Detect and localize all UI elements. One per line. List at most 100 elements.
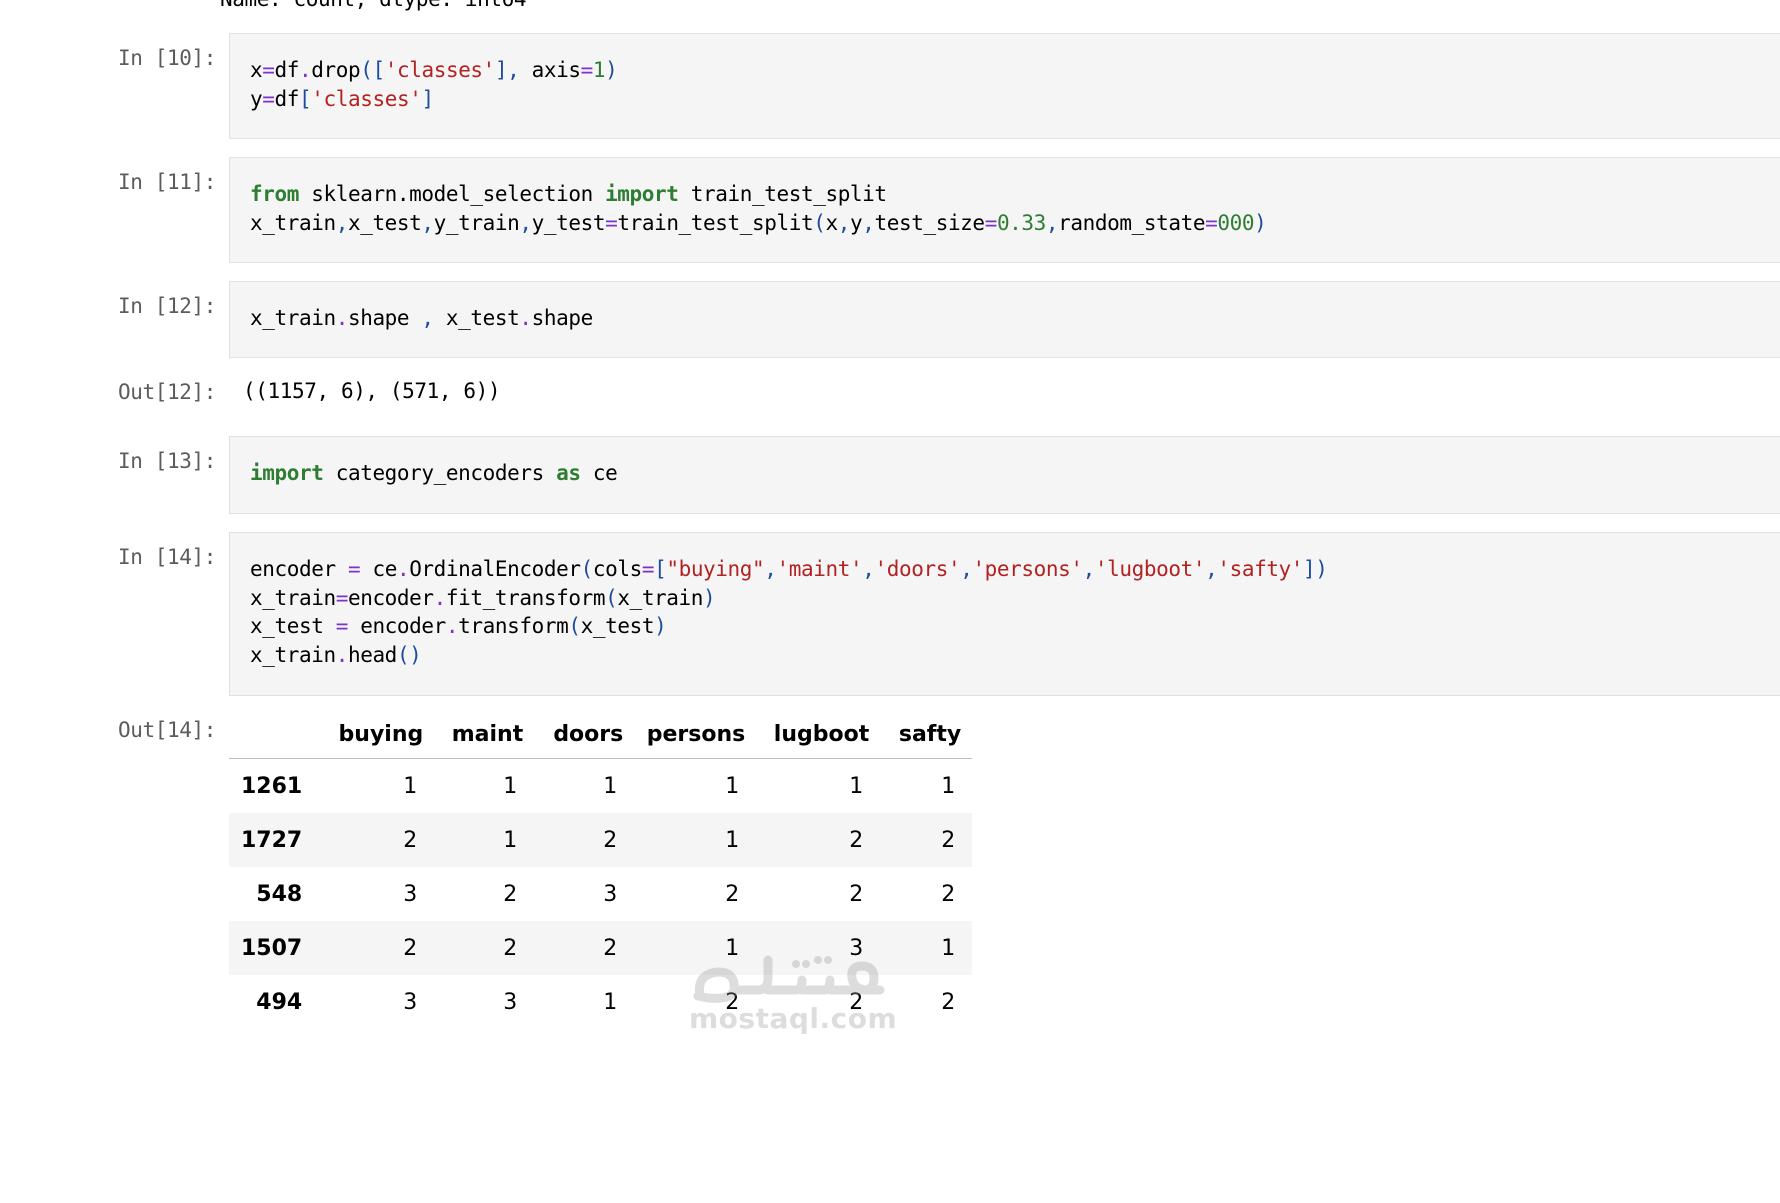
code-line: from sklearn.model_selection import trai… (250, 180, 1266, 209)
code-token: , (1045, 210, 1059, 235)
code-cell-13[interactable]: import category_encoders as ce (229, 436, 1780, 514)
code-line: x_train=encoder.fit_transform(x_train) (250, 584, 1328, 613)
table-cell: 2 (941, 989, 956, 1015)
code-line: y=df['classes'] (250, 85, 617, 114)
column-header-maint: maint (434, 710, 535, 759)
code-token: df (274, 86, 300, 111)
code-token: from (250, 182, 299, 206)
code-editor[interactable]: from sklearn.model_selection import trai… (250, 180, 1267, 237)
code-token: 000 (1217, 210, 1255, 235)
table-cell: 1 (503, 773, 518, 799)
code-cell-11[interactable]: from sklearn.model_selection import trai… (229, 157, 1780, 263)
column-header-doors: doors (534, 710, 635, 759)
table-cell: 2 (941, 881, 956, 907)
table-cell: 3 (603, 881, 618, 907)
code-token: random_state (1058, 210, 1206, 235)
table-cell: 2 (849, 881, 864, 907)
code-token: x_train (617, 585, 704, 610)
code-token: x_train (250, 306, 336, 330)
code-token: y_test (531, 210, 606, 235)
code-line: x=df.drop(['classes'], axis=1) (250, 56, 618, 85)
cell-10-prompt: In [10]: (118, 46, 216, 70)
code-editor[interactable]: x=df.drop(['classes'], axis=1) y=df['clas… (250, 56, 618, 114)
table-cell: 1 (849, 773, 864, 799)
code-token: = (1205, 210, 1218, 235)
code-token: 'persons' (972, 557, 1083, 581)
code-token: x (825, 210, 838, 235)
code-token: 'safty' (1217, 557, 1304, 581)
code-token: x_test (347, 210, 422, 235)
code-line: encoder = ce.OrdinalEncoder(cols=["buyin… (250, 555, 1328, 584)
table-cell: 2 (603, 935, 618, 961)
code-token: ce (580, 461, 618, 485)
code-token: drop (311, 58, 361, 82)
code-token: as (556, 461, 581, 485)
code-editor[interactable]: encoder = ce.OrdinalEncoder(cols=["buyin… (250, 555, 1328, 669)
table-cell: 1 (603, 773, 618, 799)
code-cell-14[interactable]: encoder = ce.OrdinalEncoder(cols=["buyin… (229, 532, 1780, 696)
table-cell: 2 (403, 935, 418, 961)
code-editor[interactable]: x_train.shape , x_test.shape (250, 304, 593, 333)
cell-13-prompt: In [13]: (118, 449, 216, 473)
code-token: , (421, 306, 434, 330)
code-token: ], (494, 58, 520, 82)
code-token: = (335, 585, 349, 610)
table-cell: 2 (403, 827, 418, 853)
code-token: x_train (250, 210, 336, 235)
code-token: y (250, 86, 263, 111)
table-cell: 3 (403, 989, 418, 1015)
table-cell: 2 (503, 935, 518, 961)
cell-12-prompt: In [12]: (118, 294, 216, 318)
code-token: 1 (592, 58, 606, 82)
code-token: ( (580, 557, 594, 581)
table-cell: 3 (503, 989, 518, 1015)
code-token: sklearn.model_selection (298, 182, 606, 206)
code-token: encoder (250, 557, 348, 581)
row-index: 1727 (241, 827, 303, 853)
code-line: x_test = encoder.transform(x_test) (250, 612, 1328, 641)
table-cell: 1 (941, 773, 956, 799)
table-row: 1261 1 1 1 1 1 1 (229, 758, 973, 813)
code-token: y_train (433, 210, 520, 235)
code-token: , (862, 557, 875, 581)
code-token: x_test (433, 306, 520, 330)
code-token: . (335, 642, 349, 667)
code-cell-12[interactable]: x_train.shape , x_test.shape (229, 281, 1780, 358)
column-header-lugboot: lugboot (756, 710, 881, 759)
code-token: () (396, 642, 422, 667)
code-token: train_test_split (678, 182, 887, 206)
code-token: , (764, 557, 777, 581)
code-token: , (960, 557, 973, 581)
table-cell: 1 (725, 935, 740, 961)
table-cell: 1 (725, 773, 740, 799)
previous-output-tail: Name: count, dtype: int64 (220, 0, 526, 11)
code-token: = (335, 614, 349, 639)
row-index: 494 (256, 989, 303, 1015)
table-cell: 2 (725, 989, 740, 1015)
code-token: x_test (580, 614, 655, 639)
code-token: ] (421, 86, 434, 111)
code-token: 'lugboot' (1094, 557, 1206, 581)
table-cell: 1 (403, 773, 418, 799)
table-cell: 3 (403, 881, 418, 907)
code-cell-10[interactable]: x=df.drop(['classes'], axis=1) y=df['clas… (229, 33, 1780, 139)
table-cell: 1 (503, 827, 518, 853)
code-line: x_train.shape , x_test.shape (250, 304, 593, 333)
code-token: , (519, 210, 532, 235)
code-token: ce (360, 557, 397, 581)
table-row: 494 3 3 1 2 2 2 (229, 975, 973, 1029)
code-editor[interactable]: import category_encoders as ce (250, 459, 618, 488)
table-cell: 2 (849, 989, 864, 1015)
code-token: ) (605, 58, 618, 82)
table-row: 1507 2 2 2 1 3 1 (229, 921, 973, 975)
dataframe-output-table: buying maint doors persons lugboot safty… (229, 710, 973, 1029)
table-cell: 2 (725, 881, 740, 907)
table-header-row: buying maint doors persons lugboot safty (229, 710, 973, 759)
code-token: , (335, 210, 349, 235)
code-token: category_encoders (323, 461, 557, 485)
table-cell: 1 (725, 827, 740, 853)
code-line: import category_encoders as ce (250, 459, 618, 488)
code-token: import (605, 182, 679, 206)
code-token: y (849, 210, 863, 235)
code-token: ( (605, 585, 618, 610)
